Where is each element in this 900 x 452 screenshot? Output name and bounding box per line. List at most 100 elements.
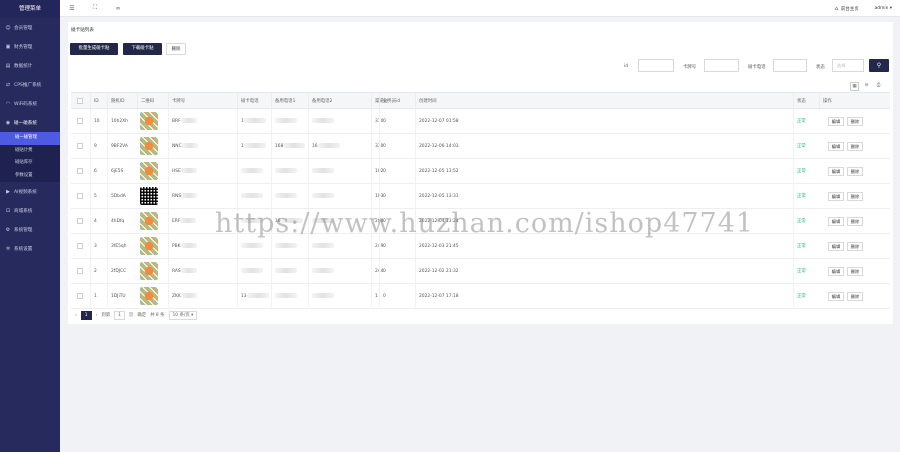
qr-code-image[interactable]: [140, 212, 158, 230]
link-icon[interactable]: ∞: [115, 5, 121, 12]
qr-code-image[interactable]: [140, 112, 158, 130]
cell-status: 正常: [793, 259, 806, 284]
row-checkbox[interactable]: [77, 168, 83, 174]
sidebar-item[interactable]: ▣ 财务管理: [0, 37, 60, 56]
column-header[interactable]: 备用电话1: [271, 93, 295, 110]
row-checkbox[interactable]: [77, 118, 83, 124]
cell-rid-text: 4hDfq: [111, 219, 125, 224]
search-button[interactable]: ⚲: [869, 59, 889, 72]
wifi-icon: ◠: [5, 100, 11, 107]
sidebar-item[interactable]: ⊡ 商城系统: [0, 201, 60, 220]
column-header[interactable]: 二维码: [137, 93, 154, 110]
row-delete-button[interactable]: 删除: [847, 292, 863, 301]
qr-code-image[interactable]: [140, 187, 158, 205]
batch-generate-button[interactable]: 批量生成碰卡贴: [70, 43, 118, 55]
goto-confirm-button[interactable]: 确定: [137, 312, 146, 318]
edit-button[interactable]: 编辑: [828, 117, 844, 126]
delete-button[interactable]: 删除: [166, 43, 186, 55]
cell-id-text: 9: [94, 144, 97, 149]
menu-icon[interactable]: ☰: [69, 5, 75, 12]
edit-button[interactable]: 编辑: [828, 167, 844, 176]
qr-code-image[interactable]: [140, 262, 158, 280]
edit-button[interactable]: 编辑: [828, 292, 844, 301]
goto-page-input[interactable]: 1: [114, 310, 125, 320]
sidebar-subitem[interactable]: 碰贴计费: [0, 145, 60, 158]
column-header[interactable]: 备用电话2: [308, 93, 332, 110]
columns-icon[interactable]: ▦: [850, 82, 859, 91]
row-checkbox[interactable]: [77, 193, 83, 199]
user-menu[interactable]: admin ▾: [875, 6, 892, 11]
sidebar-item[interactable]: ◠ WiFi码系统: [0, 94, 60, 113]
row-delete-button[interactable]: 删除: [847, 167, 863, 176]
next-page-icon[interactable]: ›: [96, 313, 98, 318]
sidebar-item[interactable]: ⚙ 系统管理: [0, 220, 60, 239]
edit-button[interactable]: 编辑: [828, 217, 844, 226]
cell-b2: 16: [308, 134, 340, 159]
row-checkbox[interactable]: [77, 293, 83, 299]
row-delete-button[interactable]: 删除: [847, 142, 863, 151]
filter-id-input[interactable]: [638, 59, 674, 72]
column-header[interactable]: 创建时间: [415, 93, 437, 110]
cell-card-text: NNC: [172, 144, 182, 149]
sidebar-item-label: 数据统计: [14, 63, 33, 69]
row-checkbox[interactable]: [77, 218, 83, 224]
export-icon[interactable]: ⊖: [862, 82, 871, 91]
column-header[interactable]: 随机ID: [107, 93, 124, 110]
sidebar-subitem[interactable]: 碰一碰管理: [0, 132, 60, 145]
masked-value: [180, 293, 197, 298]
row-checkbox[interactable]: [77, 143, 83, 149]
row-checkbox[interactable]: [77, 243, 83, 249]
row-checkbox[interactable]: [77, 268, 83, 274]
fullscreen-icon[interactable]: ⛶: [92, 4, 98, 11]
masked-value: [312, 243, 334, 248]
select-all-checkbox[interactable]: [77, 98, 83, 104]
page-current[interactable]: 1: [80, 310, 92, 320]
qr-code-image[interactable]: [140, 162, 158, 180]
edit-button[interactable]: 编辑: [828, 267, 844, 276]
sidebar-item[interactable]: ▤ 数据统计: [0, 56, 60, 75]
sidebar-subitem[interactable]: 碰贴库存: [0, 157, 60, 170]
filter-status-select[interactable]: 选择: [832, 59, 864, 72]
column-header[interactable]: 碰卡电话: [237, 93, 259, 110]
prev-page-icon[interactable]: ‹: [75, 313, 77, 318]
print-icon[interactable]: ⎙: [874, 82, 883, 91]
cell-b2: [308, 184, 334, 209]
qr-code-image[interactable]: [140, 237, 158, 255]
cell-time-text: 2022-12-03 21:45: [419, 244, 459, 249]
filter-card-input[interactable]: [704, 59, 739, 72]
chart-icon: ▤: [5, 62, 11, 69]
qr-code-image[interactable]: [140, 287, 158, 305]
edit-button[interactable]: 编辑: [828, 192, 844, 201]
cell-card: NNC: [168, 134, 198, 159]
column-header[interactable]: 卡牌号: [168, 93, 185, 110]
column-header[interactable]: 业务员id: [379, 93, 400, 110]
sidebar-item[interactable]: ✲ 系统设置: [0, 239, 60, 258]
masked-value: [241, 218, 263, 223]
filter-phone-input[interactable]: [773, 59, 807, 72]
row-delete-button[interactable]: 删除: [847, 267, 863, 276]
sidebar-subitem[interactable]: 参数设置: [0, 170, 60, 183]
column-header[interactable]: ID: [90, 93, 99, 110]
sidebar-item-label: 会员管理: [14, 25, 33, 31]
cell-card: BRF: [168, 109, 197, 134]
row-delete-button[interactable]: 删除: [847, 217, 863, 226]
row-delete-button[interactable]: 删除: [847, 117, 863, 126]
download-button[interactable]: 下载碰卡贴: [123, 43, 162, 55]
sidebar-item[interactable]: ⇄ CPS推广系统: [0, 75, 60, 94]
edit-button[interactable]: 编辑: [828, 242, 844, 251]
main-panel: 碰卡贴列表 批量生成碰卡贴 下载碰卡贴 删除 id 卡牌号 碰卡电话 状态 选择…: [68, 22, 893, 324]
column-header[interactable]: 状态: [793, 93, 806, 110]
qr-code-image[interactable]: [140, 137, 158, 155]
sidebar-item[interactable]: ☺ 会员管理: [0, 18, 60, 37]
cell-time: 2022-12-03 21:45: [415, 234, 459, 259]
home-link[interactable]: ⌂ 前台主页: [835, 6, 859, 12]
row-delete-button[interactable]: 删除: [847, 192, 863, 201]
sidebar-item[interactable]: ◉ 碰一碰系统: [0, 113, 60, 132]
column-header[interactable]: 操作: [819, 93, 832, 110]
cell-id: 9: [90, 134, 97, 159]
row-delete-button[interactable]: 删除: [847, 242, 863, 251]
sidebar-item[interactable]: ▶ AI视频系统: [0, 182, 60, 201]
page-size-select[interactable]: 10 条/页 ▾: [168, 310, 198, 320]
share-icon: ⇄: [5, 81, 11, 88]
edit-button[interactable]: 编辑: [828, 142, 844, 151]
